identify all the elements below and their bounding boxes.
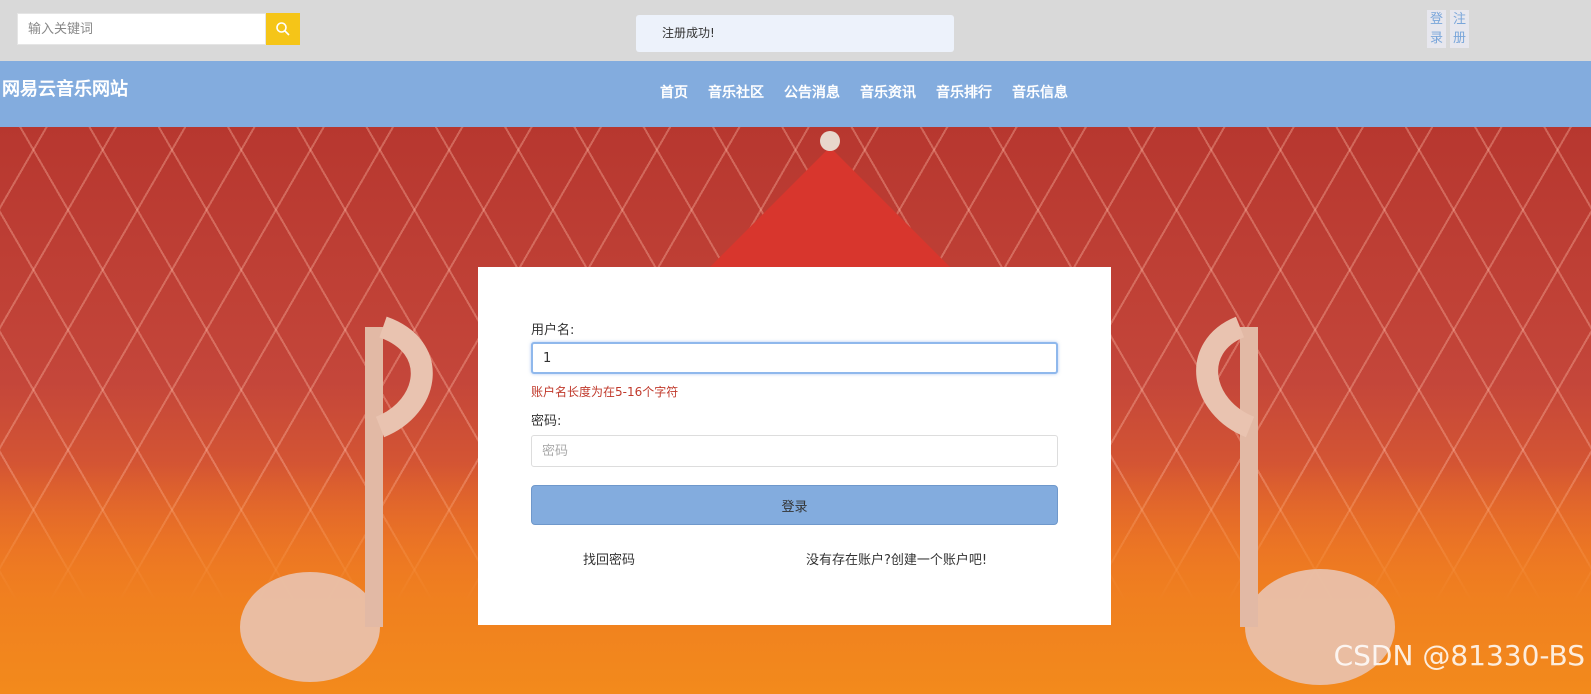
forgot-password-link[interactable]: 找回密码 <box>583 549 635 568</box>
nav-item-music-info[interactable]: 音乐信息 <box>1012 82 1068 102</box>
password-input[interactable] <box>531 435 1058 467</box>
username-input[interactable] <box>531 342 1058 374</box>
register-link[interactable]: 注册 <box>1450 10 1469 48</box>
search-icon <box>276 22 290 36</box>
search-button[interactable] <box>266 13 300 45</box>
create-account-link[interactable]: 没有存在账户?创建一个账户吧! <box>806 549 987 568</box>
login-button-label: 登录 <box>781 499 808 515</box>
main-nav: 网易云音乐网站 首页 音乐社区 公告消息 音乐资讯 音乐排行 音乐信息 <box>0 61 1591 127</box>
login-card: 用户名: 账户名长度为在5-16个字符 密码: 登录 找回密码 没有存在账户?创… <box>478 267 1111 625</box>
watermark: CSDN @81330-BS <box>1333 639 1585 672</box>
auth-links: 登录 注册 <box>1427 10 1469 48</box>
nav-item-home[interactable]: 首页 <box>660 82 688 102</box>
music-note-decoration-left <box>240 316 433 682</box>
search-box <box>17 13 300 45</box>
toast-message: 注册成功! <box>662 26 715 40</box>
music-note-decoration-right <box>1196 316 1395 685</box>
nav-item-community[interactable]: 音乐社区 <box>708 82 764 102</box>
search-input[interactable] <box>17 13 266 45</box>
username-label: 用户名: <box>531 323 575 338</box>
nav-item-announcements[interactable]: 公告消息 <box>784 82 840 102</box>
username-error: 账户名长度为在5-16个字符 <box>531 385 679 399</box>
login-link[interactable]: 登录 <box>1427 10 1446 48</box>
top-bar: 注册成功! 登录 注册 <box>0 0 1591 61</box>
site-title[interactable]: 网易云音乐网站 <box>2 75 128 101</box>
nav-menu: 首页 音乐社区 公告消息 音乐资讯 音乐排行 音乐信息 <box>660 82 1068 102</box>
nav-item-ranking[interactable]: 音乐排行 <box>936 82 992 102</box>
nav-item-news[interactable]: 音乐资讯 <box>860 82 916 102</box>
success-toast: 注册成功! <box>636 15 954 52</box>
login-button[interactable]: 登录 <box>531 485 1058 525</box>
cushion-decoration <box>710 131 950 267</box>
password-label: 密码: <box>531 414 562 429</box>
